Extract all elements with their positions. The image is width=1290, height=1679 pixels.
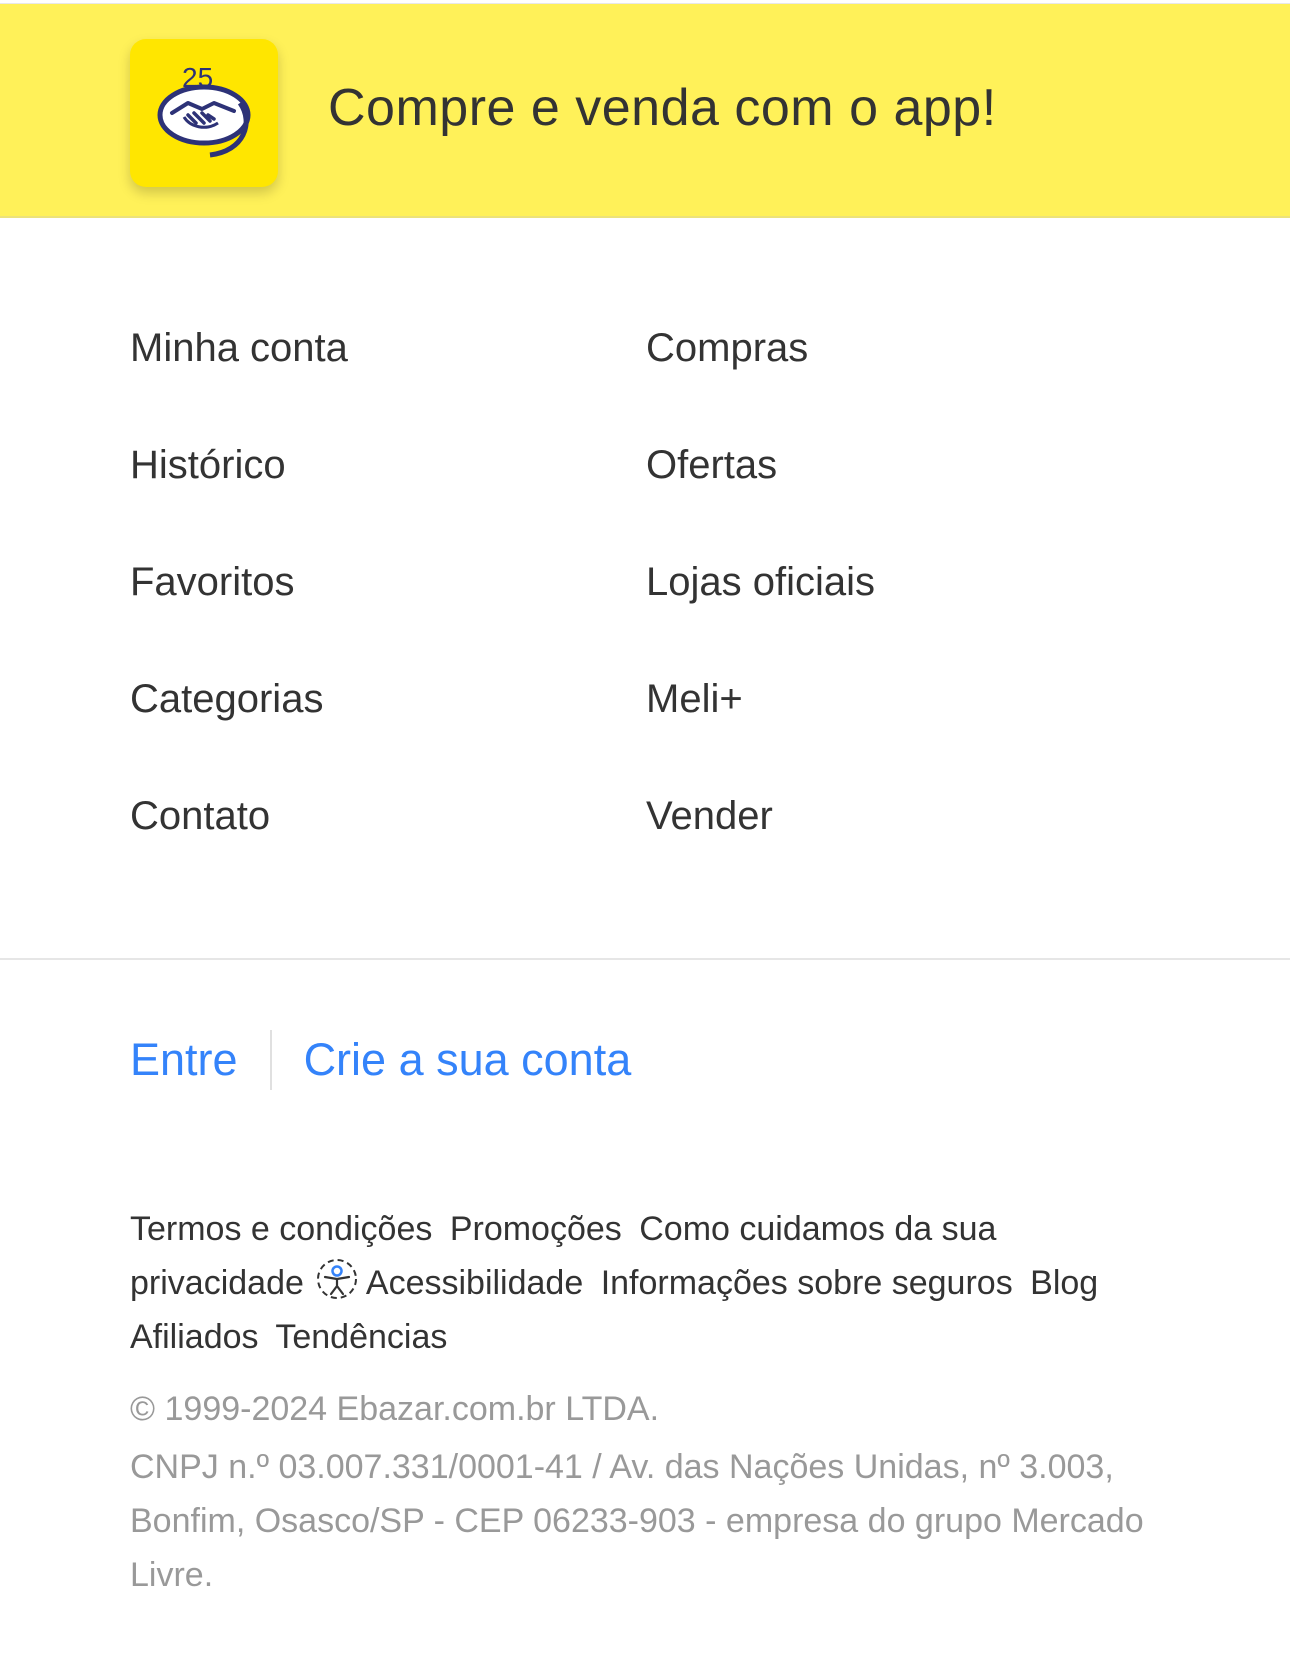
- nav-ofertas[interactable]: Ofertas: [646, 443, 777, 488]
- nav-vender[interactable]: Vender: [646, 794, 773, 839]
- accessibility-link[interactable]: Acessibilidade: [366, 1264, 583, 1302]
- banner-title[interactable]: Compre e venda com o app!: [328, 78, 997, 138]
- company-info-text: CNPJ n.º 03.007.331/0001-41 / Av. das Na…: [130, 1448, 1144, 1594]
- nav-categorias[interactable]: Categorias: [130, 677, 323, 722]
- handshake-icon: 25: [157, 62, 251, 158]
- app-download-banner[interactable]: 25 Compre e venda com o app!: [0, 3, 1290, 218]
- blog-link[interactable]: Blog: [1030, 1264, 1098, 1302]
- auth-links: Entre Crie a sua conta: [130, 1030, 631, 1090]
- nav-historico[interactable]: Histórico: [130, 443, 286, 488]
- insurance-info-link[interactable]: Informações sobre seguros: [601, 1264, 1013, 1302]
- legal-links: Termos e condições Promoções Como cuidam…: [130, 1202, 1130, 1364]
- auth-separator: [269, 1030, 272, 1090]
- nav-lojas-oficiais[interactable]: Lojas oficiais: [646, 560, 875, 605]
- promotions-link[interactable]: Promoções: [450, 1210, 622, 1248]
- nav-favoritos[interactable]: Favoritos: [130, 560, 295, 605]
- copyright-text: © 1999-2024 Ebazar.com.br LTDA.: [130, 1390, 660, 1428]
- mercado-livre-app-logo[interactable]: 25: [130, 39, 278, 187]
- trends-link[interactable]: Tendências: [275, 1318, 447, 1356]
- nav-contato[interactable]: Contato: [130, 794, 270, 839]
- nav-meli-plus[interactable]: Meli+: [646, 677, 743, 722]
- accessibility-icon: [316, 1259, 357, 1299]
- terms-link[interactable]: Termos e condições: [130, 1210, 432, 1248]
- nav-minha-conta[interactable]: Minha conta: [130, 326, 348, 371]
- affiliates-link[interactable]: Afiliados: [130, 1318, 259, 1356]
- section-divider: [0, 958, 1290, 960]
- nav-compras[interactable]: Compras: [646, 326, 808, 371]
- signup-link[interactable]: Crie a sua conta: [304, 1034, 632, 1086]
- login-link[interactable]: Entre: [130, 1034, 238, 1086]
